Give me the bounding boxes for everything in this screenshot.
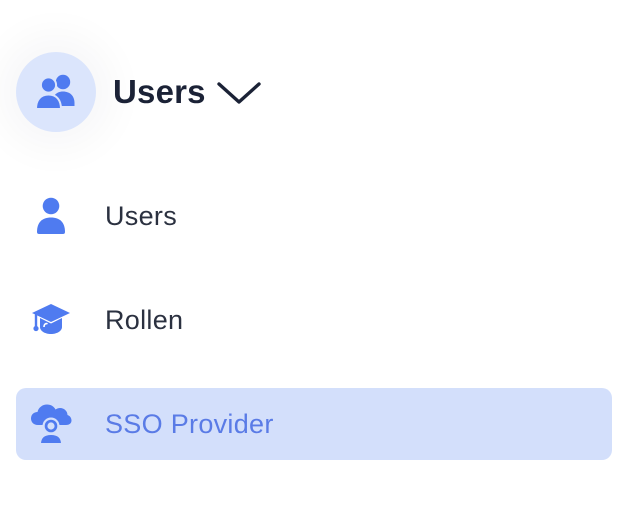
- menu-item-label: SSO Provider: [105, 408, 274, 439]
- user-management-sidebar: Users Users Rollen SSO Provider: [0, 0, 630, 510]
- menu-item-users[interactable]: Users: [16, 180, 612, 252]
- menu-item-label: Rollen: [105, 304, 184, 335]
- cloud-user-icon: [30, 403, 72, 445]
- menu-item-sso-provider[interactable]: SSO Provider: [16, 388, 612, 460]
- users-section-title: Users: [113, 73, 206, 110]
- users-group-icon: [16, 52, 96, 132]
- users-section-header[interactable]: Users: [16, 52, 262, 132]
- menu-item-label: Users: [105, 200, 178, 231]
- user-icon: [30, 195, 72, 237]
- chevron-down-icon[interactable]: [216, 80, 262, 106]
- graduation-cap-icon: [30, 299, 72, 341]
- menu-item-rollen[interactable]: Rollen: [16, 284, 612, 356]
